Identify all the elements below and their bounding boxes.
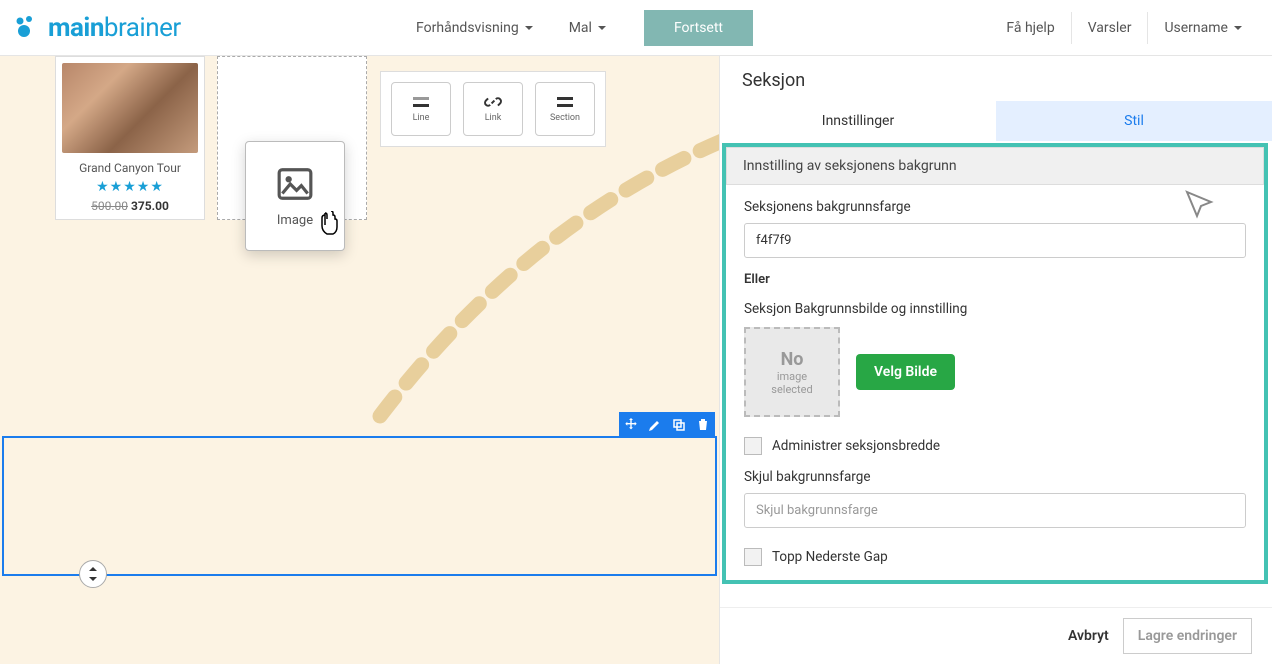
hide-bg-input[interactable]: [744, 493, 1246, 528]
select-image-button[interactable]: Velg Bilde: [856, 354, 955, 390]
selected-section[interactable]: [2, 436, 717, 576]
product-image: [62, 63, 198, 153]
save-button[interactable]: Lagre endringer: [1123, 618, 1252, 654]
move-icon[interactable]: [619, 412, 643, 438]
username-label: Username: [1164, 20, 1228, 36]
resize-icon: [87, 567, 99, 581]
cursor-arrow-icon: [1183, 188, 1217, 226]
bg-color-label: Seksjonens bakgrunnsfarge: [744, 199, 1246, 215]
preview-dropdown[interactable]: Forhåndsvisning: [398, 12, 551, 44]
tab-style[interactable]: Stil: [996, 101, 1272, 141]
link-icon: [483, 95, 503, 109]
manage-width-checkbox[interactable]: [744, 437, 762, 455]
tab-settings[interactable]: Innstillinger: [720, 101, 996, 141]
manage-width-label: Administrer seksjonsbredde: [772, 438, 940, 454]
palette-section[interactable]: Section: [535, 82, 595, 136]
help-link[interactable]: Få hjelp: [990, 12, 1070, 44]
logo[interactable]: mainbrainer: [14, 13, 181, 43]
section-icon: [555, 95, 575, 109]
cursor-hand-icon: [315, 211, 343, 245]
user-menu[interactable]: Username: [1147, 12, 1258, 44]
product-title: Grand Canyon Tour: [62, 161, 198, 175]
template-dropdown[interactable]: Mal: [551, 12, 624, 44]
or-label: Eller: [744, 272, 1246, 287]
side-panel: Seksjon Innstillinger Stil Innstilling a…: [719, 56, 1272, 664]
bg-image-label: Seksjon Bakgrunnsbilde og innstilling: [744, 301, 1246, 317]
palette-label: Section: [550, 113, 580, 123]
chevron-down-icon: [598, 26, 606, 30]
palette-link[interactable]: Link: [463, 82, 523, 136]
canvas-area[interactable]: Grand Canyon Tour ★★★★★ 500.00 375.00 ★★…: [0, 56, 719, 664]
new-price: 375.00: [131, 199, 169, 213]
element-palette: Line Link Section: [380, 71, 606, 147]
preview-label: Forhåndsvisning: [416, 20, 519, 36]
top-bottom-gap-label: Topp Nederste Gap: [772, 549, 888, 565]
line-icon: [411, 95, 431, 109]
delete-icon[interactable]: [691, 412, 715, 438]
continue-button[interactable]: Fortsett: [644, 10, 753, 46]
palette-label: Link: [485, 113, 502, 123]
no-image-selected: selected: [771, 383, 812, 396]
copy-icon[interactable]: [667, 412, 691, 438]
chevron-down-icon: [525, 26, 533, 30]
section-toolbar: [619, 412, 715, 438]
chevron-down-icon: [1234, 26, 1242, 30]
alerts-link[interactable]: Varsler: [1071, 12, 1148, 44]
product-card[interactable]: Grand Canyon Tour ★★★★★ 500.00 375.00: [55, 56, 205, 220]
cancel-button[interactable]: Avbryt: [1068, 628, 1109, 644]
edit-icon[interactable]: [643, 412, 667, 438]
no-image-placeholder[interactable]: No image selected: [744, 327, 840, 417]
section-bg-heading: Innstilling av seksjonens bakgrunn: [726, 147, 1264, 185]
no-image-no: No: [781, 349, 804, 370]
bg-color-input[interactable]: [744, 223, 1246, 258]
palette-label: Line: [413, 113, 430, 123]
dragged-label: Image: [277, 213, 313, 228]
template-label: Mal: [569, 20, 592, 36]
image-icon: [276, 165, 314, 203]
no-image-image: image: [777, 370, 807, 383]
top-bottom-gap-checkbox[interactable]: [744, 548, 762, 566]
resize-handle[interactable]: [79, 560, 107, 588]
star-rating: ★★★★★: [62, 179, 198, 195]
hide-bg-label: Skjul bakgrunnsfarge: [744, 469, 1246, 485]
palette-line[interactable]: Line: [391, 82, 451, 136]
panel-title: Seksjon: [720, 56, 1272, 101]
old-price: 500.00: [91, 199, 128, 213]
